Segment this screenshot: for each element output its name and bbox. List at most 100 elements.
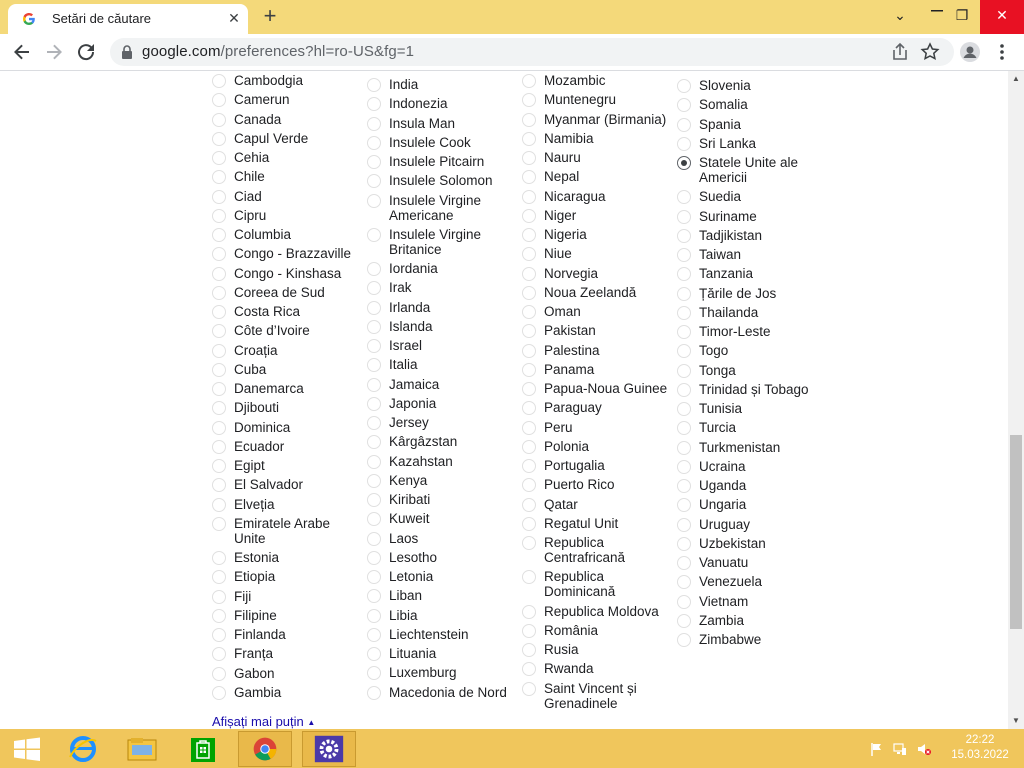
region-radio[interactable] bbox=[212, 608, 226, 623]
action-center-flag-icon[interactable] bbox=[870, 742, 884, 756]
region-radio[interactable] bbox=[367, 300, 381, 315]
star-icon[interactable] bbox=[918, 40, 942, 64]
region-radio[interactable] bbox=[367, 512, 381, 527]
internet-explorer-icon[interactable] bbox=[56, 731, 110, 767]
region-radio[interactable] bbox=[212, 324, 226, 339]
network-icon[interactable] bbox=[893, 742, 907, 756]
share-icon[interactable] bbox=[888, 40, 912, 64]
region-radio[interactable] bbox=[212, 305, 226, 319]
taskbar-clock[interactable]: 22:22 15.03.2022 bbox=[940, 733, 1020, 763]
region-radio[interactable] bbox=[367, 193, 381, 208]
region-radio[interactable] bbox=[212, 589, 226, 604]
region-radio[interactable] bbox=[522, 324, 536, 339]
region-radio[interactable] bbox=[212, 516, 226, 531]
region-radio[interactable] bbox=[212, 266, 226, 281]
region-radio[interactable] bbox=[522, 662, 536, 677]
region-radio[interactable] bbox=[212, 382, 226, 396]
file-explorer-icon[interactable] bbox=[115, 731, 169, 767]
region-radio[interactable] bbox=[677, 575, 691, 590]
region-radio[interactable] bbox=[677, 536, 691, 551]
close-tab-icon[interactable]: ✕ bbox=[226, 10, 242, 26]
region-radio[interactable] bbox=[522, 93, 536, 108]
settings-gear-icon[interactable] bbox=[302, 731, 356, 767]
region-radio[interactable] bbox=[677, 344, 691, 359]
region-radio[interactable] bbox=[367, 174, 381, 189]
region-radio[interactable] bbox=[367, 396, 381, 411]
region-radio[interactable] bbox=[677, 459, 691, 474]
scroll-up-icon[interactable]: ▲ bbox=[1008, 71, 1024, 87]
region-radio[interactable] bbox=[677, 498, 691, 513]
region-radio[interactable] bbox=[522, 151, 536, 165]
region-radio[interactable] bbox=[212, 685, 226, 700]
windows-start-icon[interactable] bbox=[0, 731, 54, 767]
region-radio[interactable] bbox=[212, 459, 226, 473]
region-radio[interactable] bbox=[677, 556, 691, 570]
region-radio[interactable] bbox=[677, 594, 691, 609]
region-radio[interactable] bbox=[367, 454, 381, 469]
region-radio[interactable] bbox=[522, 420, 536, 435]
region-radio[interactable] bbox=[212, 439, 226, 454]
close-window-button[interactable]: ✕ bbox=[980, 0, 1024, 34]
region-radio[interactable] bbox=[677, 440, 691, 455]
region-radio[interactable] bbox=[522, 401, 536, 416]
region-radio[interactable] bbox=[367, 97, 381, 112]
region-radio[interactable] bbox=[212, 208, 226, 223]
region-radio[interactable] bbox=[522, 208, 536, 223]
region-radio[interactable] bbox=[677, 382, 691, 397]
region-radio[interactable] bbox=[522, 439, 536, 454]
tab-settings[interactable]: Setări de căutare ✕ bbox=[8, 4, 248, 34]
lock-icon[interactable] bbox=[120, 44, 134, 60]
region-radio[interactable] bbox=[522, 459, 536, 473]
region-radio[interactable] bbox=[367, 416, 381, 430]
region-radio[interactable] bbox=[212, 74, 226, 88]
region-radio[interactable] bbox=[522, 285, 536, 300]
restore-icon[interactable]: ❐ bbox=[946, 0, 978, 34]
address-bar[interactable]: google.com/preferences?hl=ro-US&fg=1 bbox=[110, 38, 954, 66]
region-radio[interactable] bbox=[212, 570, 226, 585]
region-radio[interactable] bbox=[212, 151, 226, 165]
region-radio[interactable] bbox=[367, 435, 381, 450]
region-radio[interactable] bbox=[522, 189, 536, 204]
region-radio[interactable] bbox=[677, 117, 691, 132]
region-radio[interactable] bbox=[212, 228, 226, 242]
speaker-muted-icon[interactable] bbox=[917, 742, 931, 756]
region-radio[interactable] bbox=[212, 93, 226, 108]
region-radio[interactable] bbox=[677, 402, 691, 416]
menu-kebab-icon[interactable] bbox=[990, 40, 1014, 64]
page-scrollbar[interactable]: ▲ ▼ bbox=[1008, 71, 1024, 729]
region-radio[interactable] bbox=[367, 78, 381, 92]
region-radio[interactable] bbox=[367, 339, 381, 353]
region-radio[interactable] bbox=[367, 608, 381, 623]
region-radio[interactable] bbox=[212, 420, 226, 435]
chevron-down-icon[interactable]: ⌄ bbox=[884, 0, 916, 34]
region-radio[interactable] bbox=[522, 382, 536, 396]
region-radio[interactable] bbox=[367, 666, 381, 681]
region-radio[interactable] bbox=[522, 570, 536, 585]
region-radio[interactable] bbox=[522, 643, 536, 657]
region-radio[interactable] bbox=[367, 647, 381, 661]
region-radio[interactable] bbox=[212, 551, 226, 565]
region-radio[interactable] bbox=[677, 517, 691, 532]
region-radio[interactable] bbox=[212, 401, 226, 416]
region-radio[interactable] bbox=[367, 135, 381, 150]
region-radio[interactable] bbox=[677, 190, 691, 205]
region-radio[interactable] bbox=[677, 209, 691, 224]
show-less-link[interactable]: Afișați mai puțin ▲ bbox=[212, 714, 315, 729]
region-radio[interactable] bbox=[522, 497, 536, 512]
region-radio[interactable] bbox=[522, 266, 536, 281]
region-radio[interactable] bbox=[212, 112, 226, 127]
region-radio[interactable] bbox=[367, 227, 381, 242]
region-radio[interactable] bbox=[212, 189, 226, 204]
region-radio[interactable] bbox=[677, 267, 691, 282]
region-radio[interactable] bbox=[522, 228, 536, 242]
profile-avatar-icon[interactable] bbox=[958, 40, 982, 64]
reload-icon[interactable] bbox=[74, 40, 98, 64]
region-radio[interactable] bbox=[212, 343, 226, 358]
region-radio[interactable] bbox=[367, 116, 381, 131]
region-radio[interactable] bbox=[367, 155, 381, 169]
region-radio[interactable] bbox=[367, 550, 381, 565]
region-radio[interactable] bbox=[212, 666, 226, 681]
region-radio[interactable] bbox=[522, 362, 536, 377]
back-icon[interactable] bbox=[10, 40, 34, 64]
region-radio[interactable] bbox=[367, 589, 381, 604]
